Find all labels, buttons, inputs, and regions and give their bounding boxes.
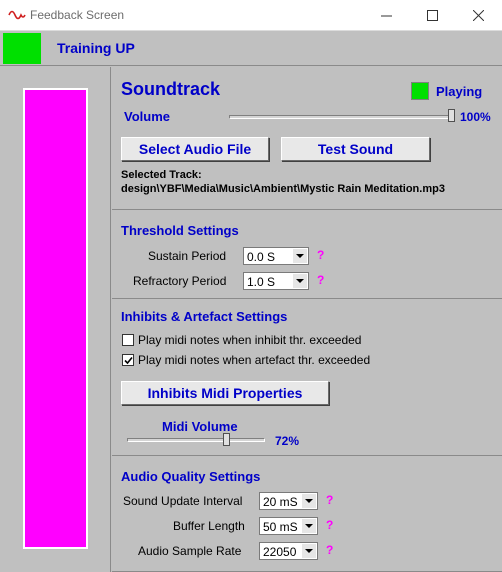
midi-volume-slider-thumb[interactable]: [223, 433, 230, 446]
checkmark-icon: [124, 356, 133, 365]
sound-update-interval-value: 20 mS: [263, 495, 298, 509]
refractory-period-label: Refractory Period: [133, 274, 227, 288]
audio-quality-title: Audio Quality Settings: [121, 469, 261, 484]
test-sound-button[interactable]: Test Sound: [281, 137, 430, 161]
buffer-length-value: 50 mS: [263, 520, 298, 534]
sustain-period-value: 0.0 S: [247, 250, 276, 264]
buffer-length-dropdown-button[interactable]: [302, 519, 316, 533]
training-state-indicator: [3, 33, 41, 64]
midi-volume-slider-track[interactable]: [127, 438, 265, 442]
training-status-title: Training UP: [57, 40, 135, 56]
artefact-notes-checkbox[interactable]: [122, 354, 134, 366]
audio-sample-rate-label: Audio Sample Rate: [138, 544, 242, 558]
update-interval-dropdown-button[interactable]: [302, 494, 316, 508]
inhibits-artefact-section: Inhibits & Artefact Settings Play midi n…: [112, 300, 502, 456]
feedback-meter-panel: [0, 67, 111, 572]
sample-rate-help-icon[interactable]: ?: [326, 543, 333, 557]
playing-label: Playing: [436, 84, 483, 99]
feedback-meter-fill: [25, 90, 86, 547]
threshold-settings-title: Threshold Settings: [121, 223, 239, 238]
chevron-down-icon: [296, 279, 304, 283]
sound-update-interval-label: Sound Update Interval: [123, 494, 243, 508]
refractory-period-value: 1.0 S: [247, 275, 276, 289]
refractory-help-icon[interactable]: ?: [317, 273, 324, 287]
chevron-down-icon: [305, 524, 313, 528]
midi-volume-label: Midi Volume: [162, 419, 238, 434]
inhibits-artefact-title: Inhibits & Artefact Settings: [121, 309, 288, 324]
sustain-period-select[interactable]: 0.0 S: [243, 247, 309, 265]
refractory-dropdown-button[interactable]: [293, 274, 307, 288]
volume-value: 100%: [460, 110, 491, 124]
soundtrack-section: Soundtrack Playing Volume 100% Select Au…: [112, 67, 502, 210]
chevron-down-icon: [305, 499, 313, 503]
update-interval-help-icon[interactable]: ?: [326, 493, 333, 507]
window-title: Feedback Screen: [30, 8, 125, 22]
sustain-help-icon[interactable]: ?: [317, 248, 324, 262]
inhibit-notes-label[interactable]: Play midi notes when inhibit thr. exceed…: [138, 333, 361, 347]
buffer-length-help-icon[interactable]: ?: [326, 518, 333, 532]
inhibit-notes-checkbox[interactable]: [122, 334, 134, 346]
audio-sample-rate-value: 22050: [263, 545, 297, 559]
close-icon: [473, 10, 484, 21]
minimize-button[interactable]: [364, 0, 410, 31]
buffer-length-label: Buffer Length: [173, 519, 245, 533]
sound-update-interval-select[interactable]: 20 mS: [259, 492, 318, 510]
minimize-icon: [381, 15, 392, 17]
chevron-down-icon: [296, 254, 304, 258]
sample-rate-dropdown-button[interactable]: [302, 544, 316, 558]
playing-indicator: [411, 82, 429, 100]
audio-quality-section: Audio Quality Settings Sound Update Inte…: [112, 457, 502, 572]
inhibits-midi-properties-button[interactable]: Inhibits Midi Properties: [121, 381, 329, 405]
artefact-notes-label[interactable]: Play midi notes when artefact thr. excee…: [138, 353, 370, 367]
refractory-period-select[interactable]: 1.0 S: [243, 272, 309, 290]
volume-slider-track[interactable]: [229, 115, 455, 119]
soundtrack-title: Soundtrack: [121, 79, 221, 99]
buffer-length-select[interactable]: 50 mS: [259, 517, 318, 535]
close-button[interactable]: [456, 0, 502, 31]
select-audio-file-button[interactable]: Select Audio File: [121, 137, 269, 161]
chevron-down-icon: [305, 549, 313, 553]
sustain-period-label: Sustain Period: [148, 249, 227, 263]
selected-track-path: design\YBF\Media\Music\Ambient\Mystic Ra…: [121, 183, 445, 195]
maximize-button[interactable]: [410, 0, 456, 31]
waveform-app-icon: [8, 10, 26, 20]
header-bar: Training UP: [0, 31, 502, 66]
feedback-meter: [23, 88, 88, 549]
maximize-icon: [427, 10, 438, 21]
sustain-dropdown-button[interactable]: [293, 249, 307, 263]
volume-label: Volume: [124, 109, 170, 124]
threshold-settings-section: Threshold Settings Sustain Period 0.0 S …: [112, 211, 502, 299]
midi-volume-value: 72%: [275, 434, 300, 448]
selected-track-label: Selected Track:: [121, 169, 202, 181]
volume-slider-thumb[interactable]: [448, 109, 455, 122]
audio-sample-rate-select[interactable]: 22050: [259, 542, 318, 560]
title-bar[interactable]: Feedback Screen: [0, 0, 502, 31]
